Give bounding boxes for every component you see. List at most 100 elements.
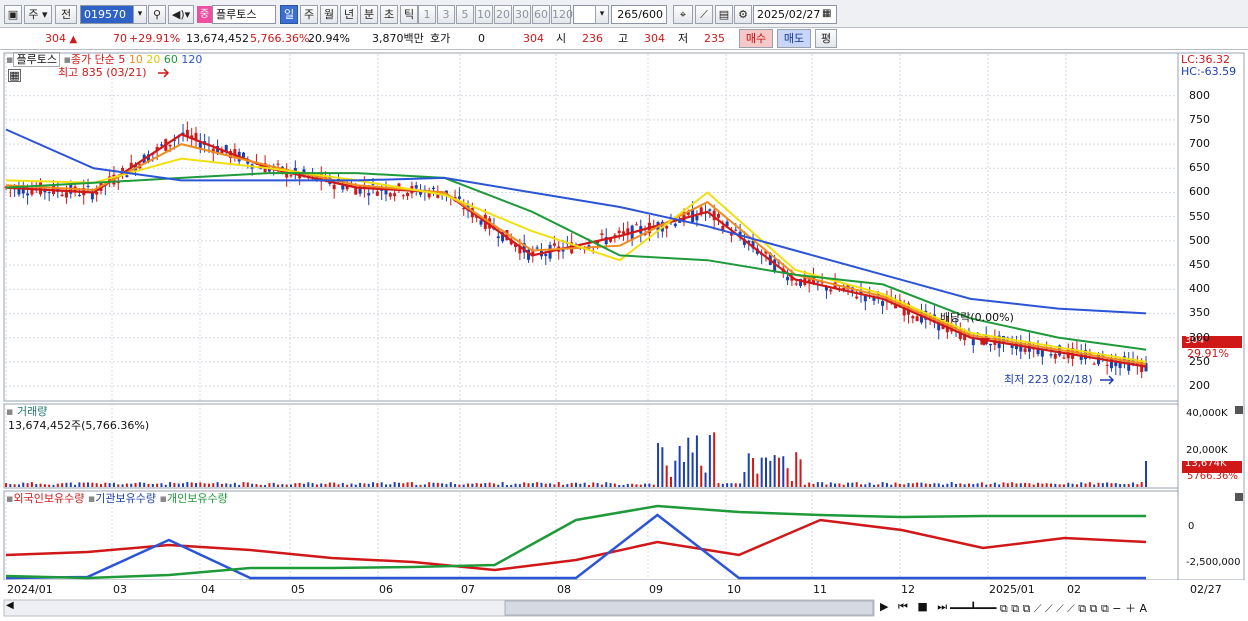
candle-body — [600, 233, 604, 236]
volume-bar — [795, 452, 798, 487]
volume-bar — [419, 484, 422, 487]
candle-body — [125, 175, 129, 178]
volume-bar — [1019, 483, 1022, 487]
minute-1-button[interactable]: 1 — [418, 5, 436, 24]
volume-bar — [363, 483, 366, 487]
period-day-button[interactable]: 일 — [280, 5, 298, 24]
scroll-left-icon[interactable]: ◀ — [6, 600, 14, 611]
volume-bar — [1110, 483, 1113, 487]
minute-10-button[interactable]: 10 — [475, 5, 493, 24]
volume-bar — [765, 457, 767, 487]
volume-bar — [488, 482, 491, 487]
chart-area[interactable] — [0, 50, 1248, 621]
nav-controls[interactable]: ▶ ⏮ ■ ⏭ — [880, 600, 950, 614]
volume-bar — [82, 482, 85, 487]
volume-bar — [441, 483, 444, 487]
volume-bar — [1114, 483, 1117, 487]
minute-20-button[interactable]: 20 — [494, 5, 512, 24]
count-field[interactable]: 265/600 — [611, 5, 667, 24]
window-menu-icon[interactable]: ▣ — [4, 5, 22, 24]
volume-bar — [259, 484, 262, 487]
volume-bar — [808, 482, 811, 487]
volume-bar — [143, 482, 146, 487]
minute-3-button[interactable]: 3 — [437, 5, 455, 24]
volume-bar — [492, 483, 495, 487]
stock-name-field[interactable]: 플루토스 — [212, 5, 276, 24]
minute-5-button[interactable]: 5 — [456, 5, 474, 24]
volume-bar — [769, 460, 772, 487]
volume-bar — [562, 484, 565, 487]
volume-bar — [393, 482, 396, 487]
period-type-select[interactable]: 주 ▾ — [24, 5, 52, 24]
price-tick-300: 300 — [1189, 330, 1210, 344]
hoga-label: 호가 — [430, 32, 451, 45]
volume-bar — [449, 482, 452, 487]
buy-button[interactable]: 매수 — [739, 29, 773, 48]
candle-body — [367, 193, 371, 196]
eval-button[interactable]: 평 — [815, 29, 837, 48]
volume-bar — [579, 483, 582, 487]
minute-120-button[interactable]: 120 — [551, 5, 573, 24]
volume-bar — [255, 484, 258, 487]
prev-button[interactable]: 전 — [55, 5, 77, 24]
period-week-button[interactable]: 주 — [300, 5, 318, 24]
volume-bar — [350, 483, 353, 487]
volume-bar — [52, 484, 55, 487]
volume-bar — [333, 482, 336, 487]
volume-bar — [1127, 484, 1130, 487]
sound-icon[interactable]: ◀)▾ — [168, 5, 194, 24]
code-dropdown-icon[interactable]: ▾ — [133, 5, 147, 24]
save-icon[interactable]: ▤ — [715, 5, 733, 24]
draw-line-icon[interactable]: ⟋ — [695, 5, 713, 24]
price-change: 70 — [113, 32, 127, 45]
candle-body — [794, 283, 798, 285]
holding-close-icon[interactable] — [1235, 493, 1243, 501]
volume-tick-40000k: 40,000K — [1186, 408, 1228, 419]
zoom-slider[interactable]: ━━━┻━━━ ⧉ ⧉ ⧉ ⟋ ⟋ ⟋ ⟋ ⧉ ⧉ ⧉ − ＋ A — [950, 600, 1147, 616]
gear-icon[interactable]: ⚙ — [734, 5, 752, 24]
open-label: 시 — [556, 32, 567, 45]
scroll-thumb[interactable] — [504, 600, 874, 616]
sell-button[interactable]: 매도 — [777, 29, 811, 48]
volume-bar — [39, 483, 42, 487]
volume-bar — [328, 482, 331, 487]
volume-bar — [436, 482, 439, 487]
volume-bar — [251, 483, 254, 487]
candle-body — [1053, 353, 1057, 359]
crosshair-icon[interactable]: ⌖ — [673, 5, 693, 24]
volume-bar — [406, 482, 409, 487]
period-month-button[interactable]: 월 — [320, 5, 338, 24]
volume-bar — [471, 483, 474, 487]
candle-body — [198, 142, 202, 148]
minute-60-button[interactable]: 60 — [532, 5, 550, 24]
candle-body — [388, 193, 392, 197]
volume-bar — [121, 484, 124, 487]
volume-bar — [380, 482, 383, 487]
volume-bar — [536, 482, 539, 487]
volume-bar — [894, 482, 897, 487]
volume-value-label: 13,674,452주(5,766.36%) — [8, 419, 150, 432]
volume-bar — [639, 484, 642, 487]
minute-30-button[interactable]: 30 — [513, 5, 531, 24]
calendar-icon[interactable]: ▦ — [822, 8, 831, 19]
search-icon[interactable]: ⚲ — [148, 5, 166, 24]
period-tick-button[interactable]: 틱 — [400, 5, 418, 24]
custom-period-dropdown-icon[interactable]: ▾ — [595, 5, 609, 24]
volume-bar — [907, 483, 910, 487]
volume-bar — [665, 465, 668, 487]
period-year-button[interactable]: 년 — [340, 5, 358, 24]
volume-bar — [130, 483, 133, 487]
volume-bar — [462, 484, 465, 487]
volume-bar — [264, 484, 267, 487]
holding-legend: ▪외국인보유수량 ▪기관보유수량 ▪개인보유수량 — [6, 492, 228, 505]
price-tick-400: 400 — [1189, 282, 1210, 296]
volume-tick-20000k: 20,000K — [1186, 445, 1228, 456]
period-minute-button[interactable]: 분 — [360, 5, 378, 24]
volume-bar — [782, 456, 785, 487]
legend-ma-120: 120 — [181, 53, 203, 66]
period-second-button[interactable]: 초 — [380, 5, 398, 24]
volume-close-icon[interactable] — [1235, 406, 1243, 414]
volume-bar — [942, 484, 945, 487]
table-icon[interactable]: ▦ — [8, 69, 21, 82]
volume-bar — [298, 482, 301, 487]
